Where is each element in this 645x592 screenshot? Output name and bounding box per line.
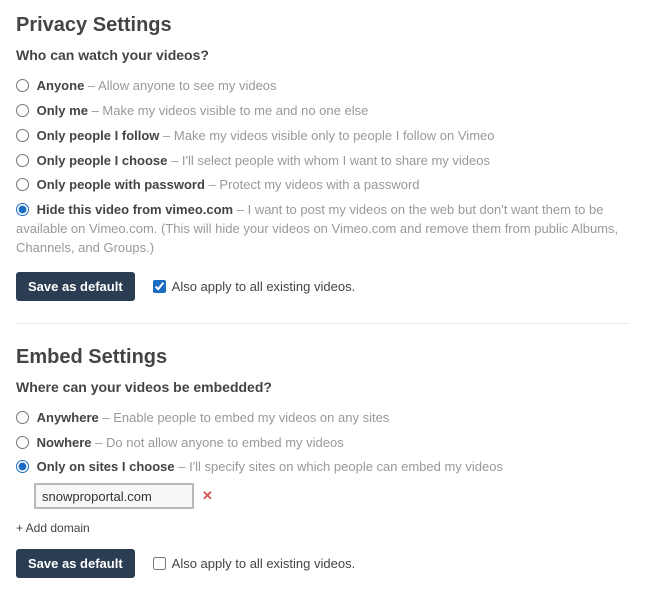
privacy-option-hide[interactable]: Hide this video from vimeo.com – I want … xyxy=(16,201,629,258)
privacy-save-button[interactable]: Save as default xyxy=(16,272,135,301)
privacy-option-desc: – Make my videos visible only to people … xyxy=(163,128,494,143)
privacy-option-desc: – I'll select people with whom I want to… xyxy=(171,153,490,168)
remove-domain-icon[interactable]: ✕ xyxy=(202,488,213,504)
embed-apply-checkbox[interactable] xyxy=(153,557,166,570)
section-divider xyxy=(16,323,629,324)
privacy-actions: Save as default Also apply to all existi… xyxy=(16,272,629,301)
privacy-option-only-follow[interactable]: Only people I follow – Make my videos vi… xyxy=(16,127,629,146)
privacy-option-label: Anyone xyxy=(37,78,85,93)
privacy-title: Privacy Settings xyxy=(16,14,629,37)
embed-option-label: Anywhere xyxy=(37,410,99,425)
embed-option-anywhere[interactable]: Anywhere – Enable people to embed my vid… xyxy=(16,409,629,428)
embed-option-desc: – I'll specify sites on which people can… xyxy=(178,459,503,474)
embed-subtitle: Where can your videos be embedded? xyxy=(16,379,629,395)
privacy-radio-password[interactable] xyxy=(16,178,29,191)
privacy-option-desc: – Allow anyone to see my videos xyxy=(88,78,277,93)
embed-option-nowhere[interactable]: Nowhere – Do not allow anyone to embed m… xyxy=(16,434,629,453)
embed-option-desc: – Do not allow anyone to embed my videos xyxy=(95,435,344,450)
privacy-option-label: Hide this video from vimeo.com xyxy=(37,202,234,217)
embed-option-only-sites[interactable]: Only on sites I choose – I'll specify si… xyxy=(16,458,629,477)
embed-option-label: Only on sites I choose xyxy=(37,459,175,474)
privacy-radio-anyone[interactable] xyxy=(16,79,29,92)
embed-radio-nowhere[interactable] xyxy=(16,436,29,449)
privacy-option-label: Only me xyxy=(37,103,88,118)
privacy-option-desc: – Make my videos visible to me and no on… xyxy=(92,103,369,118)
privacy-option-only-choose[interactable]: Only people I choose – I'll select peopl… xyxy=(16,152,629,171)
embed-actions: Save as default Also apply to all existi… xyxy=(16,549,629,578)
embed-radio-anywhere[interactable] xyxy=(16,411,29,424)
privacy-radio-hide[interactable] xyxy=(16,203,29,216)
privacy-apply-wrap[interactable]: Also apply to all existing videos. xyxy=(153,279,356,294)
embed-save-button[interactable]: Save as default xyxy=(16,549,135,578)
privacy-option-label: Only people with password xyxy=(37,177,205,192)
privacy-apply-label: Also apply to all existing videos. xyxy=(172,279,356,294)
add-domain-link[interactable]: + Add domain xyxy=(16,521,90,535)
embed-radio-only-sites[interactable] xyxy=(16,460,29,473)
privacy-option-only-me[interactable]: Only me – Make my videos visible to me a… xyxy=(16,102,629,121)
privacy-option-desc: – Protect my videos with a password xyxy=(209,177,420,192)
embed-domain-input[interactable] xyxy=(34,483,194,509)
privacy-option-anyone[interactable]: Anyone – Allow anyone to see my videos xyxy=(16,77,629,96)
embed-option-label: Nowhere xyxy=(37,435,92,450)
embed-apply-label: Also apply to all existing videos. xyxy=(172,556,356,571)
embed-settings-section: Embed Settings Where can your videos be … xyxy=(16,346,629,579)
privacy-apply-checkbox[interactable] xyxy=(153,280,166,293)
privacy-subtitle: Who can watch your videos? xyxy=(16,47,629,63)
privacy-option-password[interactable]: Only people with password – Protect my v… xyxy=(16,176,629,195)
privacy-radio-only-me[interactable] xyxy=(16,104,29,117)
embed-domain-row: ✕ xyxy=(34,483,629,509)
privacy-option-label: Only people I follow xyxy=(37,128,160,143)
embed-title: Embed Settings xyxy=(16,346,629,369)
privacy-radio-only-follow[interactable] xyxy=(16,129,29,142)
privacy-option-label: Only people I choose xyxy=(37,153,168,168)
embed-option-desc: – Enable people to embed my videos on an… xyxy=(102,410,389,425)
privacy-radio-only-choose[interactable] xyxy=(16,154,29,167)
embed-apply-wrap[interactable]: Also apply to all existing videos. xyxy=(153,556,356,571)
privacy-settings-section: Privacy Settings Who can watch your vide… xyxy=(16,14,629,301)
